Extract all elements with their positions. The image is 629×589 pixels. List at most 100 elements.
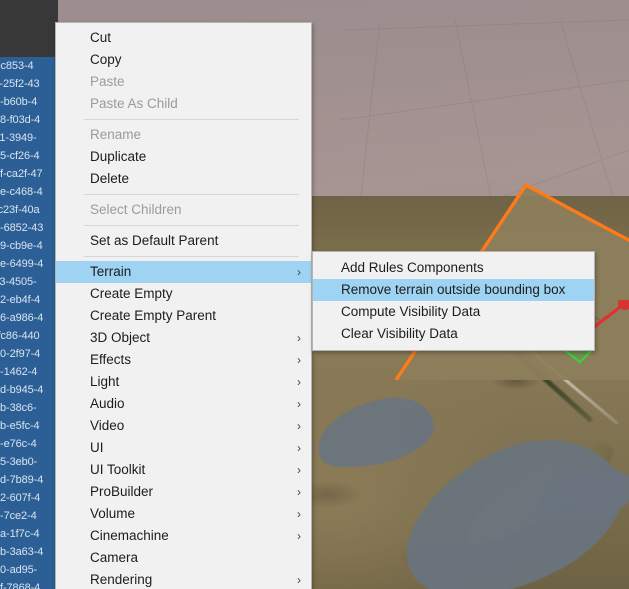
hierarchy-row[interactable]: 1-6852-43 (0, 219, 58, 237)
menu-item-cinemachine[interactable]: Cinemachine › (56, 525, 311, 547)
hierarchy-row[interactable]: f-c853-4 (0, 57, 58, 75)
hierarchy-row-list[interactable]: f-c853-4 c-25f2-43 9-b60b-4 28-f03d-4 c1-394… (0, 57, 58, 589)
hierarchy-row-label: f-c853-4 (0, 60, 34, 72)
menu-item-label: Camera (90, 550, 139, 565)
menu-item-label: 3D Object (90, 330, 151, 345)
menu-item-label: Add Rules Components (341, 260, 484, 275)
hierarchy-row[interactable]: -fc86-440 (0, 327, 58, 345)
hierarchy-row[interactable]: 4b-38c6- (0, 399, 58, 417)
menu-item-paste-as-child: Paste As Child (56, 93, 311, 115)
menu-item-light[interactable]: Light › (56, 371, 311, 393)
menu-item-create-empty[interactable]: Create Empty (56, 283, 311, 305)
menu-item-effects[interactable]: Effects › (56, 349, 311, 371)
hierarchy-row-label: 56-a986-4 (0, 312, 44, 324)
hierarchy-row[interactable]: 45-cf26-4 (0, 147, 58, 165)
chevron-right-icon: › (297, 353, 301, 367)
hierarchy-panel[interactable]: f-c853-4 c-25f2-43 9-b60b-4 28-f03d-4 c1-394… (0, 0, 58, 589)
hierarchy-row-label: 82-607f-4 (0, 492, 41, 504)
menu-item-label: Create Empty (90, 286, 173, 301)
hierarchy-row-label: 45-cf26-4 (0, 150, 40, 162)
hierarchy-row-label: -fc86-440 (0, 330, 40, 342)
terrain-submenu[interactable]: Add Rules Components Remove terrain outsi… (312, 251, 595, 351)
menu-item-label: Cut (90, 30, 112, 45)
hierarchy-row[interactable]: d0-2f97-4 (0, 345, 58, 363)
hierarchy-row-label: 72-eb4f-4 (0, 294, 41, 306)
hierarchy-row[interactable]: 56-a986-4 (0, 309, 58, 327)
menu-item-camera[interactable]: Camera (56, 547, 311, 569)
hierarchy-row[interactable]: c3-4505- (0, 273, 58, 291)
hierarchy-row[interactable]: 28-f03d-4 (0, 111, 58, 129)
hierarchy-row-label: 9-1462-4 (0, 366, 38, 378)
hierarchy-row[interactable]: 9d-7b89-4 (0, 471, 58, 489)
menu-item-label: UI Toolkit (90, 462, 146, 477)
hierarchy-row[interactable]: 82-607f-4 (0, 489, 58, 507)
hierarchy-row[interactable]: 9-1462-4 (0, 363, 58, 381)
chevron-right-icon: › (297, 331, 301, 345)
menu-separator (84, 256, 299, 257)
hierarchy-row-label: c1-3949- (0, 132, 37, 144)
hierarchy-row[interactable]: ef-ca2f-47 (0, 165, 58, 183)
hierarchy-row[interactable]: 9-7ce2-4 (0, 507, 58, 525)
hierarchy-row[interactable]: 3e-c468-4 (0, 183, 58, 201)
menu-item-3d-object[interactable]: 3D Object › (56, 327, 311, 349)
menu-item-probuilder[interactable]: ProBuilder › (56, 481, 311, 503)
hierarchy-row[interactable]: 72-eb4f-4 (0, 291, 58, 309)
hierarchy-row[interactable]: b0-ad95- (0, 561, 58, 579)
menu-item-compute-visibility-data[interactable]: Compute Visibility Data (313, 301, 594, 323)
menu-item-label: Paste (90, 74, 125, 89)
menu-item-delete[interactable]: Delete (56, 168, 311, 190)
menu-item-rendering[interactable]: Rendering › (56, 569, 311, 589)
menu-item-copy[interactable]: Copy (56, 49, 311, 71)
menu-item-label: Video (90, 418, 125, 433)
menu-item-terrain[interactable]: Terrain › (56, 261, 311, 283)
menu-item-ui[interactable]: UI › (56, 437, 311, 459)
hierarchy-row-label: 45-3eb0- (0, 456, 38, 468)
menu-item-video[interactable]: Video › (56, 415, 311, 437)
hierarchy-row-label: 9-7ce2-4 (0, 510, 37, 522)
menu-item-clear-visibility-data[interactable]: Clear Visibility Data (313, 323, 594, 345)
chevron-right-icon: › (297, 441, 301, 455)
menu-item-rename: Rename (56, 124, 311, 146)
menu-item-create-empty-parent[interactable]: Create Empty Parent (56, 305, 311, 327)
menu-item-add-rules-components[interactable]: Add Rules Components (313, 257, 594, 279)
hierarchy-row-label: 6b-e5fc-4 (0, 420, 40, 432)
gameobject-context-menu[interactable]: Cut Copy Paste Paste As Child Rename Duplicat… (55, 22, 312, 589)
hierarchy-row[interactable]: c1-3949- (0, 129, 58, 147)
menu-item-cut[interactable]: Cut (56, 27, 311, 49)
hierarchy-row-label: c3-4505- (0, 276, 37, 288)
hierarchy-row[interactable]: 29-cb9e-4 (0, 237, 58, 255)
chevron-right-icon: › (297, 485, 301, 499)
menu-item-volume[interactable]: Volume › (56, 503, 311, 525)
menu-item-audio[interactable]: Audio › (56, 393, 311, 415)
menu-item-label: Select Children (90, 202, 182, 217)
hierarchy-row-label: ef-ca2f-47 (0, 168, 43, 180)
hierarchy-row-label: dd-b945-4 (0, 384, 44, 396)
hierarchy-row[interactable]: 3f-7868-4 (0, 579, 58, 589)
hierarchy-row[interactable]: dd-b945-4 (0, 381, 58, 399)
menu-item-label: Light (90, 374, 120, 389)
hierarchy-row-label: 9d-7b89-4 (0, 474, 44, 486)
chevron-right-icon: › (297, 419, 301, 433)
menu-item-ui-toolkit[interactable]: UI Toolkit › (56, 459, 311, 481)
hierarchy-row[interactable]: 9-e76c-4 (0, 435, 58, 453)
chevron-right-icon: › (297, 573, 301, 587)
menu-item-remove-terrain-outside-bounding-box[interactable]: Remove terrain outside bounding box (313, 279, 594, 301)
hierarchy-row[interactable]: -c23f-40a (0, 201, 58, 219)
menu-item-label: Duplicate (90, 149, 147, 164)
hierarchy-row[interactable]: 6b-e5fc-4 (0, 417, 58, 435)
hierarchy-row[interactable]: 4e-6499-4 (0, 255, 58, 273)
hierarchy-row-label: b0-ad95- (0, 564, 38, 576)
hierarchy-row[interactable]: 8a-1f7c-4 (0, 525, 58, 543)
hierarchy-row-label: 4b-38c6- (0, 402, 37, 414)
hierarchy-row-label: 1-6852-43 (0, 222, 44, 234)
menu-item-select-children: Select Children (56, 199, 311, 221)
menu-item-duplicate[interactable]: Duplicate (56, 146, 311, 168)
hierarchy-row[interactable]: db-3a63-4 (0, 543, 58, 561)
hierarchy-row[interactable]: 45-3eb0- (0, 453, 58, 471)
hierarchy-row[interactable]: c-25f2-43 (0, 75, 58, 93)
hierarchy-row[interactable]: 9-b60b-4 (0, 93, 58, 111)
hierarchy-row-label: 9-b60b-4 (0, 96, 38, 108)
menu-item-label: Volume (90, 506, 136, 521)
chevron-right-icon: › (297, 397, 301, 411)
menu-item-set-as-default-parent[interactable]: Set as Default Parent (56, 230, 311, 252)
